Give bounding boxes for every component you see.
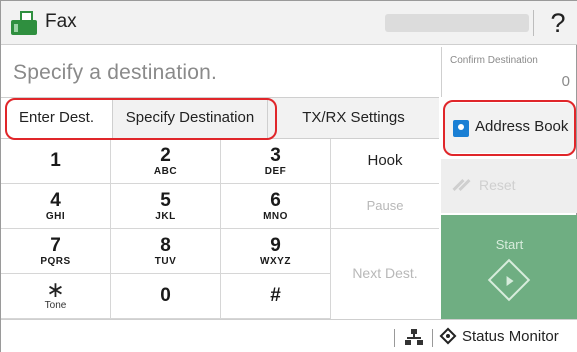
key-letters: JKL [155,211,176,222]
key-letters: PQRS [40,256,71,267]
status-divider [432,329,433,347]
key-3[interactable]: 3 DEF [221,139,331,184]
asterisk-icon: ∗ [46,277,65,302]
confirm-destination-panel[interactable]: Confirm Destination 0 [441,47,577,97]
network-icon[interactable] [405,329,423,345]
key-digit: 1 [50,150,61,171]
key-letters: MNO [263,211,288,222]
key-digit: 2 [160,145,171,166]
pause-button[interactable]: Pause [331,184,439,229]
start-button[interactable]: Start [441,215,577,319]
header-divider [533,10,534,36]
tone-label: Tone [44,300,67,311]
start-label: Start [495,237,524,252]
key-digit: # [270,285,281,306]
address-book-highlight-annotation [443,100,576,156]
fax-screen: Fax ? Specify a destination. Confirm Des… [0,0,577,352]
key-6[interactable]: 6 MNO [221,184,331,229]
destination-field[interactable]: Specify a destination. [5,51,437,91]
header-bar: Fax ? [1,1,577,45]
key-digit: 3 [270,145,281,166]
status-monitor-button[interactable]: Status Monitor [462,328,559,345]
destination-placeholder: Specify a destination. [13,61,218,84]
key-9[interactable]: 9 WXYZ [221,229,331,274]
key-7[interactable]: 7 PQRS [1,229,111,274]
key-digit: 5 [160,190,171,211]
start-icon [487,258,531,302]
key-digit: 8 [160,235,171,256]
confirm-destination-count: 0 [561,73,570,90]
numeric-keypad: 1 2 ABC 3 DEF 4 GHI 5 JKL 6 MNO 7 PQRS 8… [1,139,331,319]
key-letters: DEF [264,166,287,177]
key-0[interactable]: 0 [111,274,221,319]
key-digit: 9 [270,235,281,256]
reset-label: Reset [479,177,516,193]
key-letters: TUV [154,256,177,267]
confirm-destination-label: Confirm Destination [450,55,538,66]
key-1[interactable]: 1 [1,139,111,184]
key-8[interactable]: 8 TUV [111,229,221,274]
reset-button[interactable]: Reset [441,159,577,213]
key-4[interactable]: 4 GHI [1,184,111,229]
key-tone[interactable]: ∗ Tone [1,274,111,319]
key-5[interactable]: 5 JKL [111,184,221,229]
key-digit: 0 [160,285,171,306]
tabs-highlight-annotation [5,98,277,140]
page-title: Fax [45,11,77,32]
status-divider [394,329,395,347]
next-dest-button[interactable]: Next Dest. [331,229,439,319]
key-letters: GHI [45,211,66,222]
help-button[interactable]: ? [542,5,574,41]
key-hash[interactable]: # [221,274,331,319]
hook-button[interactable]: Hook [331,139,439,184]
key-digit: 4 [50,190,61,211]
fax-icon [11,11,37,35]
tab-txrx-settings[interactable]: TX/RX Settings [268,98,439,138]
key-letters: ABC [153,166,178,177]
key-letters: WXYZ [260,256,291,267]
status-monitor-icon [439,327,457,345]
header-info-pill [385,14,529,32]
reset-icon [452,177,471,193]
key-digit: 7 [50,235,61,256]
key-digit: 6 [270,190,281,211]
status-bar: Status Monitor [1,319,577,352]
key-2[interactable]: 2 ABC [111,139,221,184]
